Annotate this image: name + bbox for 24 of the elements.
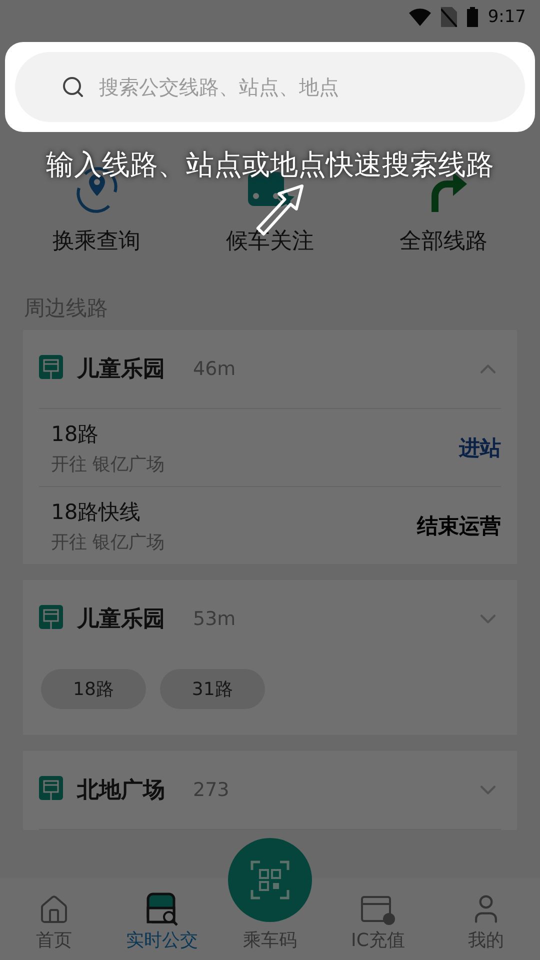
line-name: 18路 [51,420,100,448]
nav-tab[interactable]: 首页 [0,894,108,960]
wifi-icon [408,8,431,26]
search-icon [61,75,85,99]
home-icon [38,894,70,926]
qr-code-icon [250,860,290,900]
nav-tab[interactable]: 乘车码 [216,928,324,960]
station-name: 北地广场 [77,777,165,805]
line-status: 结束运营 [417,512,501,540]
search-field[interactable]: 搜索公交线路、站点、地点 [15,52,525,122]
station-name: 儿童乐园 [77,606,165,634]
line-name: 18路快线 [51,498,142,526]
bus-search-icon [144,892,180,926]
nav-tab[interactable]: IC充值 [324,894,432,960]
station-name: 儿童乐园 [77,356,165,384]
card-yen-icon [360,894,396,926]
line-status: 进站 [459,434,501,462]
nav-tab[interactable]: 我的 [432,892,540,960]
battery-icon [466,7,478,27]
nav-tab[interactable]: 实时公交 [108,892,216,960]
route-tag[interactable]: 31路 [160,669,265,709]
status-time: 9:17 [488,7,526,27]
route-tag[interactable]: 18路 [41,669,146,709]
no-sim-icon [440,7,457,27]
